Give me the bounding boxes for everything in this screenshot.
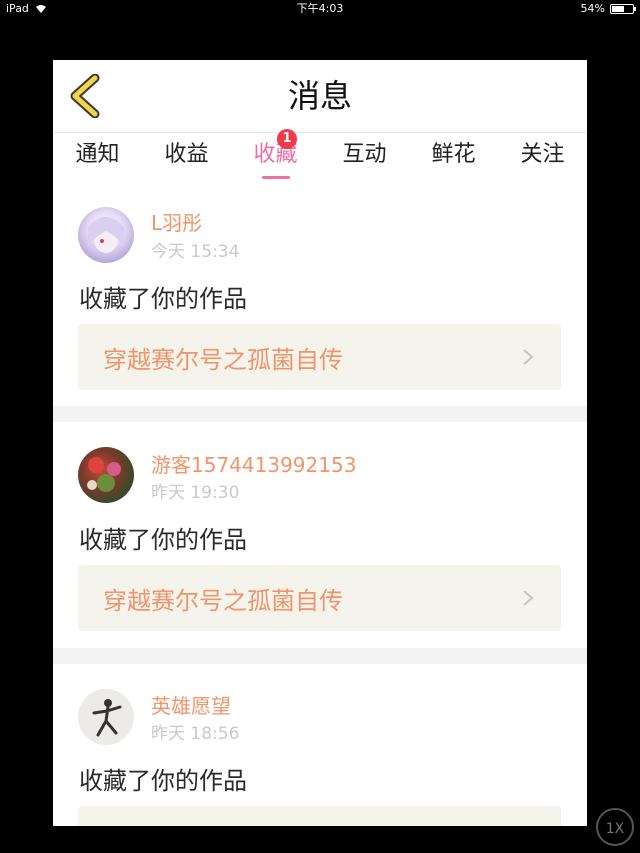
tab-bar: 通知 收益 收藏 1 互动 鲜花 关注 (53, 129, 587, 181)
timestamp: 今天 15:34 (151, 242, 240, 262)
tab-follows[interactable]: 关注 (498, 133, 587, 181)
navbar: 消息 (53, 60, 587, 133)
tab-label: 通知 (75, 142, 120, 167)
avatar-image (87, 457, 121, 492)
work-title: 穿越赛尔号之孤菌自传 (103, 345, 343, 374)
work-link[interactable]: 穿越赛尔号之孤菌自传 (78, 324, 561, 390)
action-text: 收藏了你的作品 (79, 526, 247, 554)
tab-label: 鲜花 (431, 142, 476, 167)
action-text: 收藏了你的作品 (79, 767, 247, 795)
battery-percent: 54% (580, 2, 605, 15)
tab-label: 互动 (342, 142, 387, 167)
tab-notifications[interactable]: 通知 (53, 133, 142, 181)
timestamp: 昨天 19:30 (151, 483, 240, 503)
avatar[interactable] (78, 447, 134, 503)
tab-favorites[interactable]: 收藏 1 (231, 129, 320, 181)
app-window: 消息 通知 收益 收藏 1 互动 鲜花 关注 L羽彤 今天 15:34 收藏了你… (53, 60, 587, 826)
work-title: 穿越赛尔号之孤菌自传 (103, 586, 343, 615)
username[interactable]: L羽彤 (151, 207, 202, 236)
tab-label: 收益 (164, 142, 209, 167)
avatar[interactable] (78, 689, 134, 745)
active-tab-indicator (261, 176, 290, 179)
zoom-button[interactable]: 1X (596, 808, 634, 846)
username[interactable]: 英雄愿望 (151, 690, 231, 719)
work-link[interactable] (78, 806, 561, 826)
status-bar: iPad 下午4:03 54% (0, 0, 640, 18)
timestamp: 昨天 18:56 (151, 724, 240, 744)
avatar-image (92, 699, 122, 737)
page-title: 消息 (287, 77, 352, 115)
username[interactable]: 游客1574413992153 (151, 449, 356, 478)
unread-badge: 1 (277, 129, 297, 149)
message-item: L羽彤 今天 15:34 收藏了你的作品 穿越赛尔号之孤菌自传 (53, 181, 587, 406)
battery-icon (610, 4, 636, 14)
avatar[interactable] (78, 207, 134, 263)
avatar-image (88, 217, 124, 253)
tab-earnings[interactable]: 收益 (142, 133, 231, 181)
tab-label: 关注 (520, 142, 565, 167)
tab-flowers[interactable]: 鲜花 (409, 133, 498, 181)
clock: 下午4:03 (296, 2, 344, 15)
divider (53, 648, 587, 664)
tab-interactions[interactable]: 互动 (320, 133, 409, 181)
chevron-right-icon (523, 590, 534, 606)
divider (53, 406, 587, 422)
action-text: 收藏了你的作品 (79, 285, 247, 313)
chevron-right-icon (523, 349, 534, 365)
work-link[interactable]: 穿越赛尔号之孤菌自传 (78, 565, 561, 631)
message-item: 游客1574413992153 昨天 19:30 收藏了你的作品 穿越赛尔号之孤… (53, 422, 587, 648)
message-item: 英雄愿望 昨天 18:56 收藏了你的作品 (53, 664, 587, 826)
